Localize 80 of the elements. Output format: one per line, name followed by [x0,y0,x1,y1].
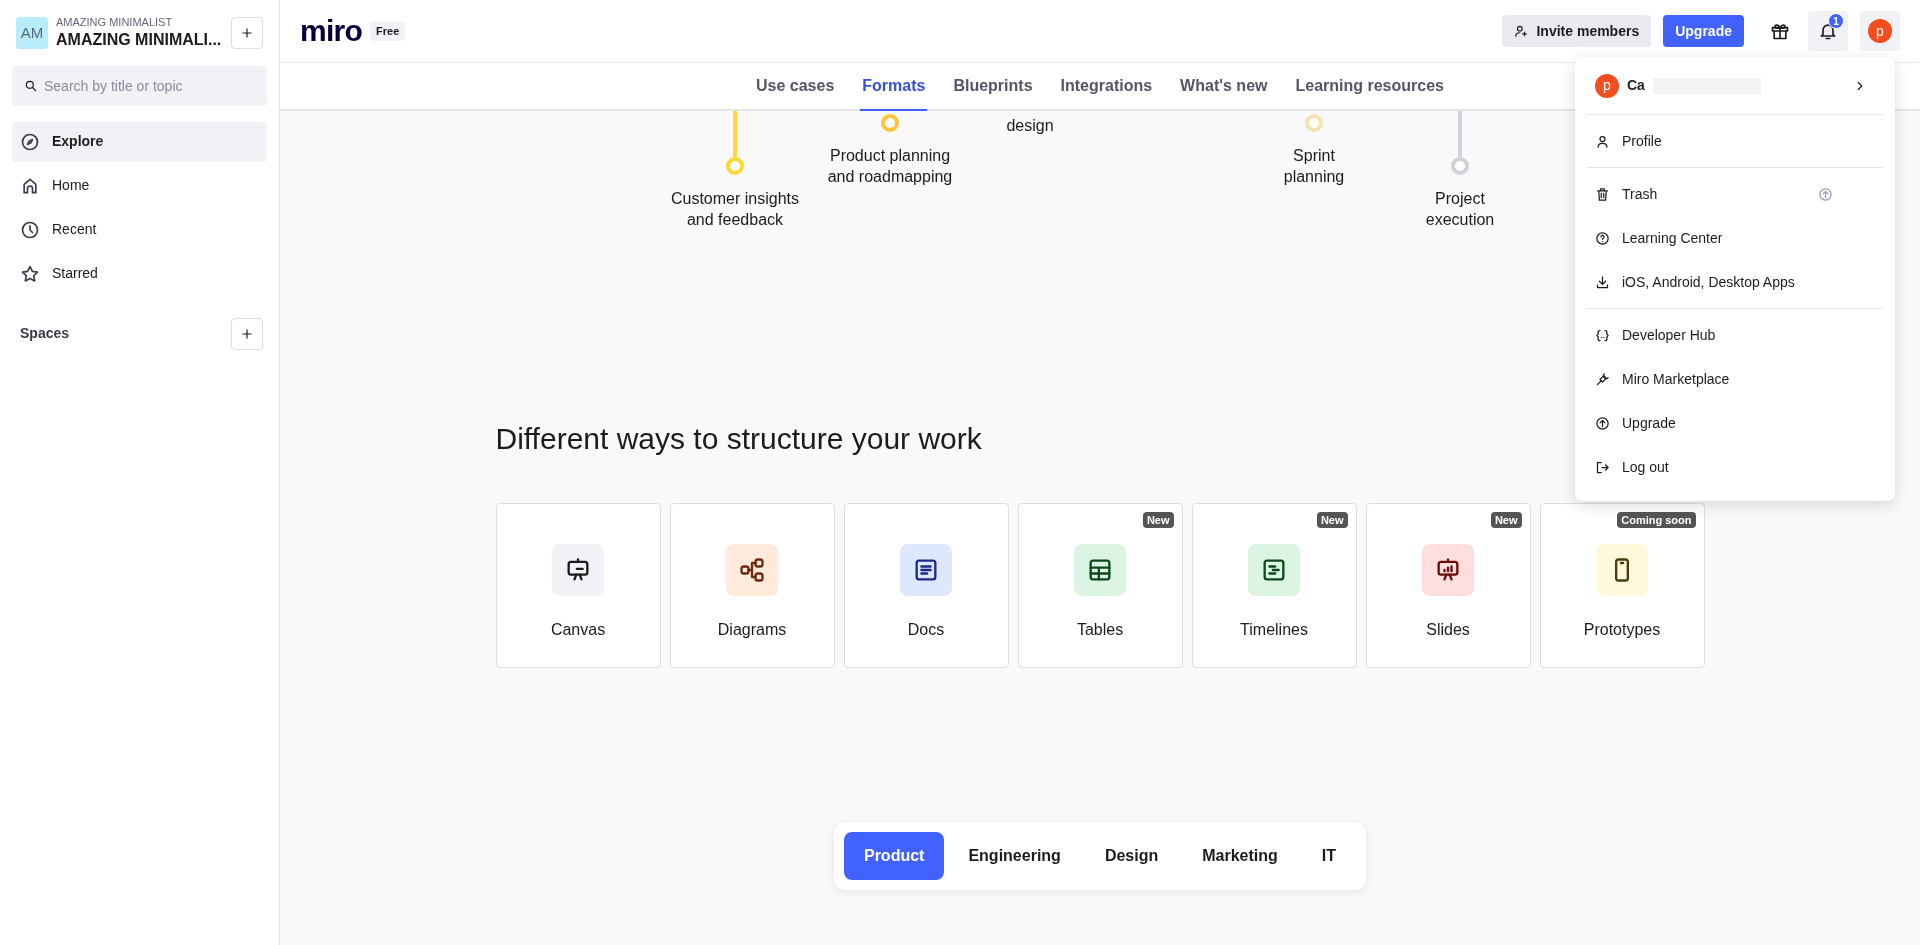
user-name: Ca [1627,76,1645,95]
add-person-icon [1514,24,1529,38]
menu-item[interactable]: iOS, Android, Desktop Apps [1587,260,1883,304]
card-badge: New [1316,512,1348,528]
menu-item[interactable]: Miro Marketplace [1587,357,1883,401]
upgrade-icon [1595,415,1610,431]
format-label: Timelines [1240,620,1308,640]
plan-badge: Free [370,20,406,42]
diagram-icon [738,556,766,584]
timeline-label: Product planning and roadmapping [826,146,954,187]
timeline-label: Customer insights and feedback [669,189,800,230]
plug-icon [1595,371,1610,387]
star-icon [20,263,40,284]
format-card[interactable]: Diagrams [669,503,835,668]
format-label: Canvas [550,620,606,640]
category-tab[interactable]: Engineering [948,832,1081,880]
nav-tab[interactable]: Learning resources [1293,63,1446,111]
search-field[interactable]: Search by title or topic [12,65,267,106]
format-card[interactable]: New Slides [1365,503,1531,668]
menu-item[interactable]: Log out [1587,445,1883,489]
format-label: Docs [907,620,945,640]
nav-tab[interactable]: Formats [860,63,928,111]
card-badge: New [1490,512,1522,528]
menu-item[interactable]: Learning Center [1587,216,1883,260]
format-card[interactable]: New Timelines [1191,503,1357,668]
add-button[interactable] [231,16,263,49]
trash-icon [1595,186,1610,202]
menu-item[interactable]: Upgrade [1587,401,1883,445]
category-tab[interactable]: Product [843,832,945,880]
card-badge: Coming soon [1617,512,1696,528]
invite-button[interactable]: Invite members [1502,15,1652,47]
download-icon [1595,274,1610,290]
nav-item[interactable]: Home [12,165,267,206]
menu-item[interactable]: Trash [1587,172,1883,216]
format-label: Tables [1076,620,1124,640]
format-card[interactable]: New Tables [1017,503,1183,668]
format-card[interactable]: Coming soon Prototypes [1539,503,1705,668]
nav-tab[interactable]: Blueprints [951,63,1035,111]
plus-icon [240,25,254,40]
nav-item[interactable]: Explore [12,121,267,162]
workspace-caption: AMAZING MINIMALIST [56,16,174,30]
help-icon [1595,230,1610,246]
timeline-label: Sprint planning [1282,146,1346,187]
compass-icon [20,131,40,152]
logo[interactable]: miro [300,16,362,46]
braces-icon [1595,327,1610,343]
clock-icon [20,219,40,240]
category-tab[interactable]: Marketing [1182,832,1298,880]
nav-item[interactable]: Recent [12,209,267,250]
workspace-avatar: AM [16,16,48,49]
timeline-label: design [1006,116,1054,136]
user-avatar: p [1595,73,1619,98]
menu-item[interactable]: Profile [1587,119,1883,163]
format-card[interactable]: Docs [843,503,1009,668]
nav-tab[interactable]: Use cases [754,63,837,111]
format-label: Slides [1426,620,1470,640]
account-row[interactable]: p Ca [1587,57,1883,115]
nav-tab[interactable]: What's new [1178,63,1270,111]
notifications-button[interactable]: 1 [1808,11,1848,51]
user-avatar[interactable]: p [1868,19,1892,43]
timeline-label: Project execution [1424,189,1496,230]
workspace-name: AMAZING MINIMALI... [56,29,223,50]
format-label: Prototypes [1583,620,1661,640]
notification-badge: 1 [1828,13,1844,29]
gift-icon [1770,21,1790,41]
nav-tab[interactable]: Integrations [1058,63,1155,111]
plus-icon [240,326,254,341]
format-card[interactable]: Canvas [495,503,661,668]
person-icon [1595,133,1610,149]
format-label: Diagrams [717,620,787,640]
section-title: Different ways to structure your work [495,421,982,457]
add-space-button[interactable] [231,317,263,350]
nav-item[interactable]: Starred [12,253,267,294]
category-tab[interactable]: Design [1084,832,1179,880]
logout-icon [1595,459,1610,475]
card-badge: New [1142,512,1174,528]
menu-item[interactable]: Developer Hub [1587,313,1883,357]
section-label: Spaces [20,324,70,344]
upgrade-button[interactable]: Upgrade [1663,15,1744,47]
category-tab[interactable]: IT [1301,832,1356,880]
